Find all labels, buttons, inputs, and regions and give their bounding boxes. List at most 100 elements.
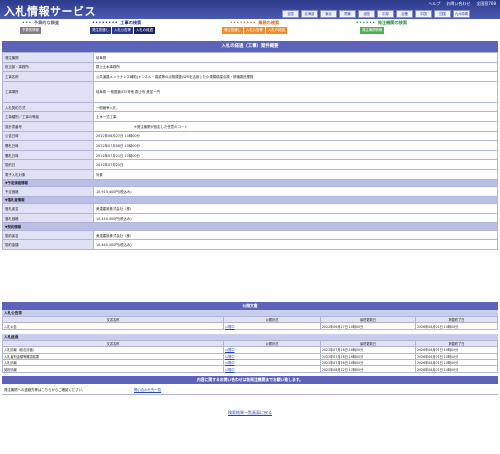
tab-construction-result[interactable]: 入札の経過 xyxy=(133,27,155,34)
row-key: 設計書番号 xyxy=(2,120,94,132)
row-value: 岐阜県 一般国道472号他 郡上市 美並一円 xyxy=(93,80,498,103)
table-row: 契約金額 10,440,400円(税込み) xyxy=(2,239,498,250)
updated-date: 2022年06月27日 10時00分 xyxy=(320,322,416,330)
back-to-results-link[interactable]: 検索結果一覧画面に戻る xyxy=(228,410,272,415)
region-button[interactable]: 中国 xyxy=(415,10,432,18)
region-button[interactable]: 関東 xyxy=(339,10,356,18)
tab-agency-info[interactable]: 発注機関情報 xyxy=(360,27,385,34)
contact-link[interactable]: お問い合わせ xyxy=(446,1,470,7)
row-key: 開札日時 xyxy=(2,140,94,151)
notice-table: 文書名称 公開状況 最終更新日 掲載終了日 入札公告 公開中 2022年06月2… xyxy=(2,315,498,330)
inquiry-title: 内容に関するお問い合わせは各発注機関までお願い致します。 xyxy=(2,376,498,384)
tab-construction-notice[interactable]: 入札公告等 xyxy=(111,27,133,34)
page-heading: 入札の経過（工事）案件概要 xyxy=(2,41,498,52)
row-value: 対象 xyxy=(93,168,498,180)
header-bar: 入札情報サービス ヘルプ お問い合わせ 全国窓708 全国 北海道 東北 関東 … xyxy=(0,0,500,19)
category-heading: •••••••• 業務の検索 xyxy=(230,20,280,25)
row-value: ※発注機関が設定した任意のコード xyxy=(93,120,498,132)
table-row: 入札契約方式 一般競争入札 xyxy=(2,101,498,113)
table-row: 工事名称 公共道路メンテナンス補助(トンネル・橋梁等の点検調査)WRを活用した小規… xyxy=(2,71,498,82)
inquiry-section: 内容に関するお問い合わせは各発注機関までお願い致します。 発注機関への連絡先等は… xyxy=(2,376,498,395)
table-row: 開札日時 2022年07月21日 10時00分 xyxy=(2,149,498,161)
tab-service-notice[interactable]: 入札公告等 xyxy=(243,27,265,34)
row-value: 2022年07月25日 xyxy=(93,159,498,170)
table-row: 契約日 2022年07月25日 xyxy=(2,159,498,170)
section-row: ▼予定価格情報 xyxy=(2,178,498,187)
tab-construction-outlook[interactable]: 発注見通し xyxy=(90,27,111,34)
updated-date: 2022年08月12日 17時00分 xyxy=(320,365,416,373)
section-row: ▼契約情報 xyxy=(2,222,498,231)
public-link[interactable]: 公開中 xyxy=(225,348,235,352)
nationwide-link[interactable]: 全国窓708 xyxy=(476,1,496,7)
row-value: 一般競争入札 xyxy=(93,101,498,113)
row-key: 落札価格 xyxy=(2,212,94,224)
tab-service-outlook[interactable]: 発注見通し xyxy=(222,27,243,34)
row-key: 開札日時 xyxy=(2,149,94,161)
end-date: 2026年06月01日 10時00分 xyxy=(415,365,498,373)
section-label: ▼契約情報 xyxy=(2,222,498,231)
row-value: 公共道路メンテナンス補助(トンネル・橋梁等の点検調査)WRを活用した小規模橋梁点… xyxy=(93,71,498,82)
public-link[interactable]: 公開中 xyxy=(225,325,235,329)
row-key: 工事名称 xyxy=(2,71,94,82)
tab-service-result[interactable]: 入札の経過 xyxy=(265,27,287,34)
case-summary: 入札の経過（工事）案件概要 発注機関 岐阜県 担当部・事務所 郡上土木事務所 工事名… xyxy=(2,41,498,250)
row-value: 10,913,400円(税込み) xyxy=(93,186,498,197)
row-key: 工事場所 xyxy=(2,80,94,103)
region-button[interactable]: 四国 xyxy=(434,10,451,18)
contact-list-link[interactable]: 問い合わせ先一覧 xyxy=(134,387,161,392)
category-tabs: 予算的情報 xyxy=(20,27,41,34)
table-row: 電子入札対象 対象 xyxy=(2,168,498,180)
row-key: 契約金額 xyxy=(2,239,94,250)
app-title: 入札情報サービス xyxy=(4,5,96,18)
inquiry-note: 発注機関への連絡先等はこちらからご確認ください。 xyxy=(4,387,86,392)
section-label: ▼落札者情報 xyxy=(2,195,498,205)
public-link[interactable]: 公開中 xyxy=(225,361,235,365)
row-value: 岐阜県 xyxy=(93,52,498,63)
row-value: 10,440,400円(税込み) xyxy=(93,212,498,224)
row-value: 美濃建設株式会社（株） xyxy=(93,203,498,214)
tab-budget-info[interactable]: 予算的情報 xyxy=(20,27,41,34)
region-button[interactable]: 東北 xyxy=(320,10,337,18)
category-heading: ••• 予算的な調査 xyxy=(22,20,60,25)
row-key: 契約日 xyxy=(2,159,94,170)
table-row: 担当部・事務所 郡上土木事務所 xyxy=(2,61,498,73)
table-row: 設計書番号 ※発注機関が設定した任意のコード xyxy=(2,120,498,132)
section-row: ▼落札者情報 xyxy=(2,195,498,205)
row-key: 工事種別／工事の等級 xyxy=(2,111,94,122)
row-key: 契約者名 xyxy=(2,229,94,241)
table-row: 予定価格 10,913,400円(税込み) xyxy=(2,186,498,197)
row-value: 美濃建設株式会社（株） xyxy=(93,229,498,241)
result-table: 文書名称 公開状況 最終更新日 掲載終了日 入札情報（総合評価） 公開中 202… xyxy=(2,339,498,373)
back-row: 検索結果一覧画面に戻る xyxy=(0,410,500,416)
inquiry-row: 発注機関への連絡先等はこちらからご確認ください。 問い合わせ先一覧 xyxy=(2,384,498,395)
row-value: 10,440,400円(税込み) xyxy=(93,239,498,250)
row-value: 2022年07月21日 10時00分 xyxy=(93,149,498,161)
region-button[interactable]: 中部 xyxy=(377,10,394,18)
detail-table: 発注機関 岐阜県 担当部・事務所 郡上土木事務所 工事名称 公共道路メンテナンス補助(… xyxy=(2,52,498,250)
region-button[interactable]: 北海道 xyxy=(301,10,318,18)
table-row: 落札価格 10,440,400円(税込み) xyxy=(2,212,498,224)
table-row: 契約者名 美濃建設株式会社（株） xyxy=(2,229,498,241)
category-nav: ••• 予算的な調査 予算的情報 •••••••• 工事の検索 発注見通し 入札… xyxy=(0,19,500,37)
region-button[interactable]: 九州沖縄 xyxy=(453,10,470,18)
category-heading: •••••• 発注機関の検索 xyxy=(356,20,408,25)
table-row: 落札者名 美濃建設株式会社（株） xyxy=(2,203,498,214)
category-tabs: 発注見通し 入札公告等 入札の経過 xyxy=(222,27,287,34)
top-links: ヘルプ お問い合わせ 全国窓708 xyxy=(428,1,496,7)
table-row: 契約情報 公開中 2022年08月12日 17時00分 2026年06月01日 … xyxy=(2,365,498,373)
section-label: ▼予定価格情報 xyxy=(2,178,498,187)
region-button[interactable]: 近畿 xyxy=(396,10,413,18)
row-value: 郡上土木事務所 xyxy=(93,61,498,73)
row-key: 公告日時 xyxy=(2,130,94,142)
row-key: 落札者名 xyxy=(2,203,94,214)
documents-title: 公開文書 xyxy=(2,302,498,310)
region-button[interactable]: 全国 xyxy=(282,10,299,18)
public-link[interactable]: 公開中 xyxy=(225,368,235,372)
table-row: 工事場所 岐阜県 一般国道472号他 郡上市 美並一円 xyxy=(2,80,498,103)
category-tabs: 発注見通し 入札公告等 入札の経過 xyxy=(90,27,155,34)
row-value: 土木一式工事 xyxy=(93,111,498,122)
help-link[interactable]: ヘルプ xyxy=(428,1,440,7)
doc-name: 契約情報 xyxy=(2,365,224,373)
public-link[interactable]: 公開中 xyxy=(225,355,235,359)
region-button[interactable]: 北陸 xyxy=(358,10,375,18)
